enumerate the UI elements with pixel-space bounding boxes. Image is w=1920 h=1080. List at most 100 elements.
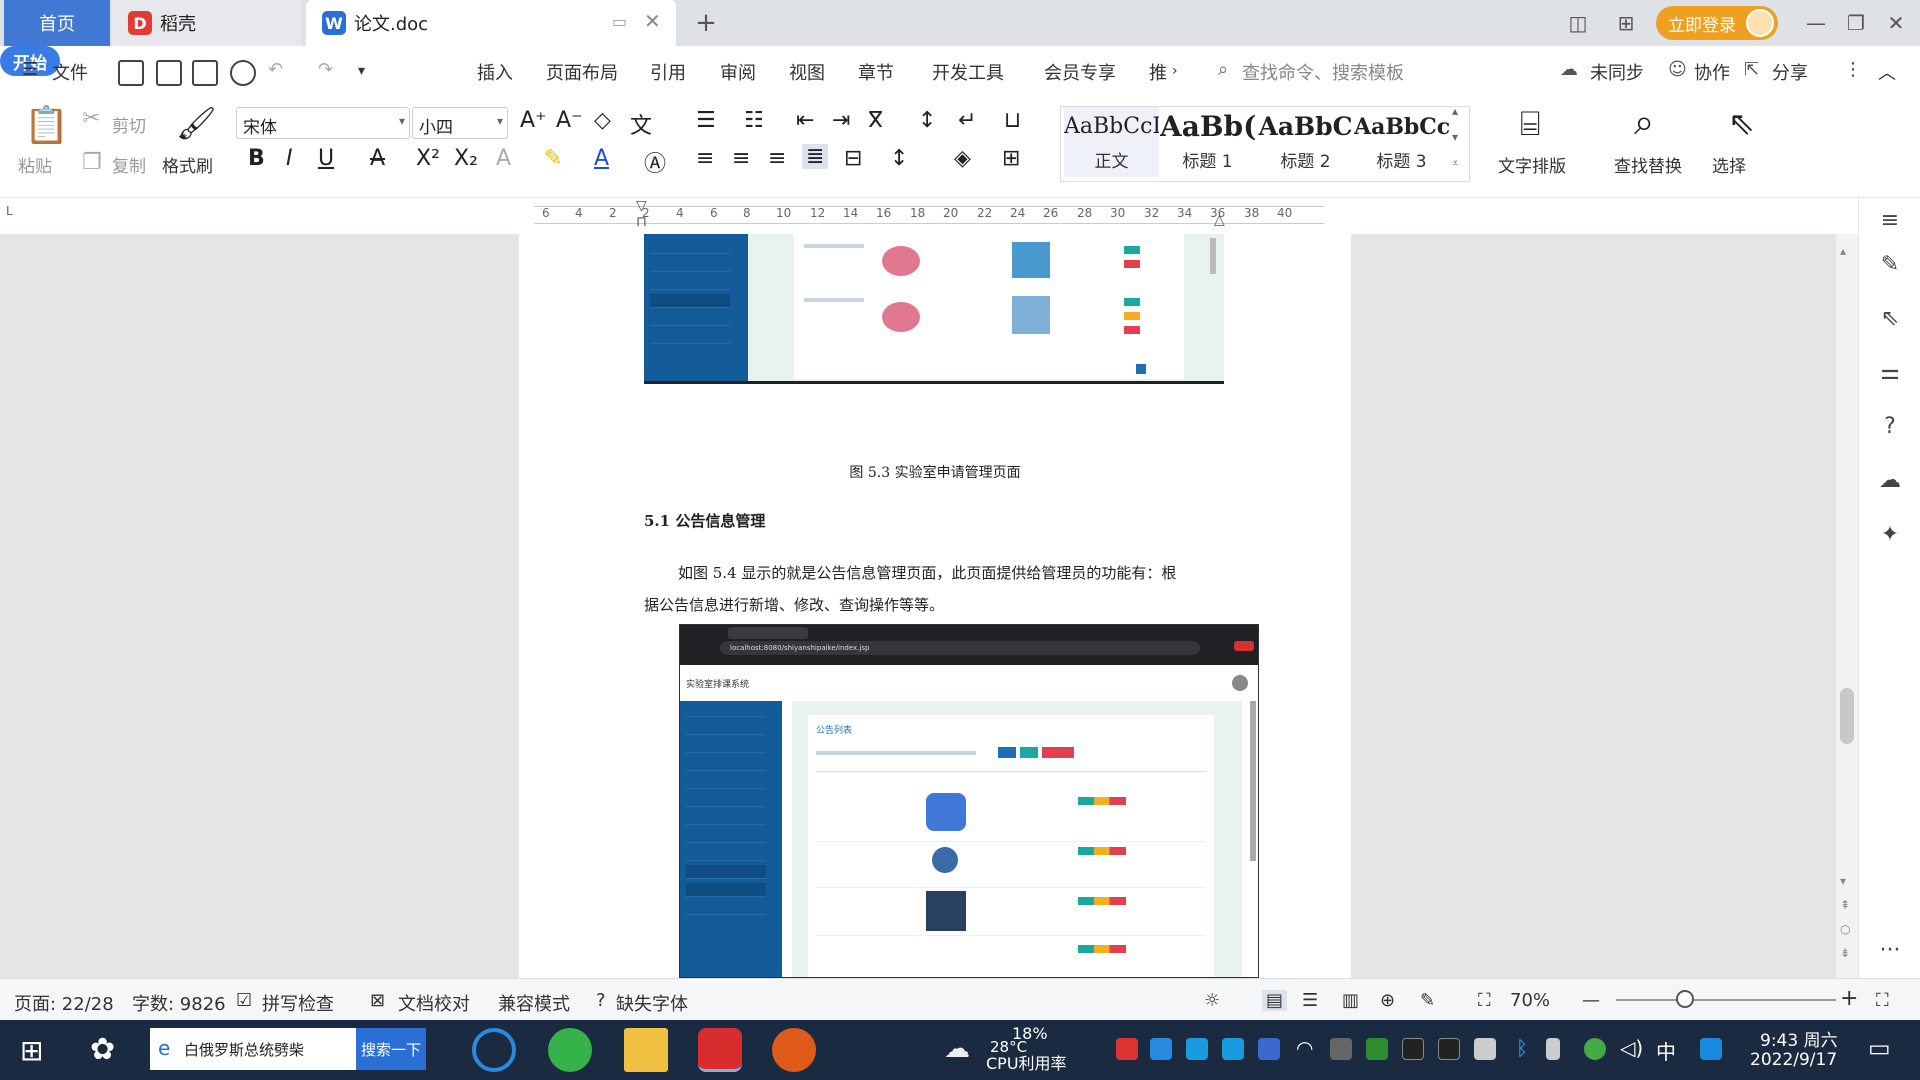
menu-references[interactable]: 引用 xyxy=(650,59,686,85)
file-explorer-icon[interactable] xyxy=(624,1028,668,1072)
eye-protect-icon[interactable]: ☼ xyxy=(1204,990,1220,1011)
ie-icon[interactable] xyxy=(472,1028,516,1072)
usb-icon[interactable] xyxy=(1546,1038,1560,1060)
sync-status[interactable]: 未同步 xyxy=(1590,59,1644,85)
copy-icon[interactable]: ❐ xyxy=(82,150,102,175)
font-color-icon[interactable]: A xyxy=(594,146,609,171)
export-icon[interactable] xyxy=(156,60,182,86)
menu-page-layout[interactable]: 页面布局 xyxy=(546,59,618,85)
align-left-icon[interactable]: ≡ xyxy=(696,146,714,171)
menu-chapter[interactable]: 章节 xyxy=(858,59,894,85)
layout-icon[interactable]: ◫ xyxy=(1558,8,1598,38)
menu-insert[interactable]: 插入 xyxy=(477,59,513,85)
select-button[interactable]: 选择 xyxy=(1712,152,1746,177)
word-count[interactable]: 字数: 9826 xyxy=(132,990,226,1016)
char-border-icon[interactable]: Ⓐ xyxy=(644,146,666,178)
help-icon[interactable]: ? xyxy=(1877,414,1903,440)
clear-format-icon[interactable]: ◇ xyxy=(594,108,611,133)
command-search-input[interactable]: 查找命令、搜索模板 xyxy=(1242,59,1404,85)
taskbar-search-button[interactable]: 搜索一下 xyxy=(356,1028,426,1070)
page-indicator[interactable]: 页面: 22/28 xyxy=(14,990,114,1016)
scroll-down-icon[interactable]: ▾ xyxy=(1840,874,1846,888)
browser-360-icon[interactable] xyxy=(548,1028,592,1072)
phonetic-icon[interactable]: 文 xyxy=(630,108,652,140)
format-painter-button[interactable]: 格式刷 xyxy=(162,152,213,177)
wps-taskbar-icon[interactable] xyxy=(698,1028,742,1072)
text-layout-icon[interactable]: ⌸ xyxy=(1520,104,1540,144)
windows-start-icon[interactable]: ⊞ xyxy=(20,1034,43,1067)
new-tab-icon[interactable]: + xyxy=(686,8,726,38)
bold-icon[interactable]: B xyxy=(248,146,265,171)
strikethrough-icon[interactable]: A xyxy=(370,146,385,171)
page-view-icon[interactable]: ▤ xyxy=(1262,990,1288,1011)
paste-icon[interactable]: 📋 xyxy=(24,104,69,146)
qq-icon-2[interactable] xyxy=(1438,1038,1460,1060)
decrease-indent-icon[interactable]: ⇤ xyxy=(796,108,814,133)
pen-icon[interactable]: ✎ xyxy=(1877,252,1903,278)
cut-button[interactable]: 剪切 xyxy=(112,112,146,137)
menu-more[interactable]: 推 xyxy=(1149,59,1167,85)
menu-vip[interactable]: 会员专享 xyxy=(1044,59,1116,85)
vertical-scrollbar[interactable]: ▴ ▾ ⇞ ○ ⇟ xyxy=(1836,234,1858,978)
zoom-slider-thumb[interactable] xyxy=(1676,990,1694,1008)
menu-file[interactable]: 文件 xyxy=(52,59,88,85)
select-browse-icon[interactable]: ○ xyxy=(1840,922,1850,936)
zoom-level[interactable]: 70% xyxy=(1510,990,1550,1011)
volume-icon[interactable]: ◁) xyxy=(1620,1036,1643,1060)
borders-icon[interactable]: ⊞ xyxy=(1002,146,1020,171)
more-options-icon[interactable]: ⋮ xyxy=(1844,59,1862,80)
collab-button[interactable]: 协作 xyxy=(1694,59,1730,85)
menu-review[interactable]: 审阅 xyxy=(720,59,756,85)
line-spacing-icon[interactable]: ↕ xyxy=(890,146,908,171)
taskbar-search-box[interactable]: e 白俄罗斯总统劈柴 xyxy=(150,1028,356,1070)
collapse-ribbon-icon[interactable]: ︿ xyxy=(1878,59,1896,85)
font-family-select[interactable]: 宋体 xyxy=(236,107,410,139)
spell-check-button[interactable]: 拼写检查 xyxy=(262,990,334,1016)
next-page-icon[interactable]: ⇟ xyxy=(1840,946,1850,960)
bullet-list-icon[interactable]: ☰ xyxy=(696,108,716,133)
app-taskbar-icon[interactable] xyxy=(772,1028,816,1072)
minimize-icon[interactable]: — xyxy=(1796,8,1836,38)
distribute-icon[interactable]: ⊟ xyxy=(844,146,862,171)
select-cursor-icon[interactable]: ⇖ xyxy=(1728,104,1755,142)
menu-view[interactable]: 视图 xyxy=(789,59,825,85)
style-up-icon[interactable]: ▴ xyxy=(1452,104,1458,118)
more-icon[interactable]: ··· xyxy=(1877,938,1903,964)
sort-icon[interactable]: ↕ xyxy=(918,108,936,133)
ruler[interactable]: L 6 4 2 2 4 6 8 10 12 14 16 18 20 22 24 26 28 30 32 34 36 38 4… xyxy=(0,198,1860,234)
close-tab-icon[interactable]: ✕ xyxy=(644,9,661,33)
numbered-list-icon[interactable]: ☷ xyxy=(744,108,764,133)
backup-icon[interactable]: ☁ xyxy=(1877,468,1903,494)
bluetooth-icon[interactable]: ᛒ xyxy=(1516,1036,1528,1060)
shading-icon[interactable]: ◈ xyxy=(954,146,971,171)
notification-icon[interactable]: ▭ xyxy=(1868,1034,1891,1062)
scroll-up-icon[interactable]: ▴ xyxy=(1840,244,1846,258)
clock-time[interactable]: 9:43 周六 xyxy=(1760,1026,1838,1051)
ime-indicator[interactable]: 中 xyxy=(1656,1036,1676,1065)
missing-font-button[interactable]: 缺失字体 xyxy=(616,990,688,1016)
style-expand-icon[interactable]: ⩡ xyxy=(1452,156,1459,171)
read-mode-icon[interactable]: ▥ xyxy=(1342,990,1359,1011)
hamburger-icon[interactable]: ☰ xyxy=(22,59,38,80)
text-layout-button[interactable]: 文字排版 xyxy=(1498,152,1566,177)
qq-icon[interactable] xyxy=(1402,1038,1424,1060)
zoom-out-icon[interactable]: — xyxy=(1582,990,1600,1011)
tray-icon-3[interactable] xyxy=(1186,1038,1208,1060)
feature-icon[interactable]: ✦ xyxy=(1877,522,1903,548)
fullscreen-icon[interactable]: ⛶ xyxy=(1876,990,1889,1011)
tray-icon-1[interactable] xyxy=(1116,1038,1138,1060)
align-right-icon[interactable]: ≡ xyxy=(768,146,786,171)
cut-icon[interactable]: ✂ xyxy=(82,106,100,131)
outline-view-icon[interactable]: ☰ xyxy=(1302,990,1318,1011)
cortana-icon[interactable]: ✿ xyxy=(90,1032,115,1067)
style-normal[interactable]: AaBbCcI 正文 xyxy=(1064,107,1159,177)
cursor-icon[interactable]: ⇖ xyxy=(1877,306,1903,332)
monitor-icon[interactable]: ▭ xyxy=(612,12,627,31)
undo-icon[interactable]: ↶ xyxy=(268,59,283,80)
style-heading-3[interactable]: AaBbCcl 标题 3 xyxy=(1354,107,1449,177)
share-button[interactable]: 分享 xyxy=(1772,59,1808,85)
write-mode-icon[interactable]: ✎ xyxy=(1420,990,1435,1011)
increase-indent-icon[interactable]: ⇥ xyxy=(832,108,850,133)
web-view-icon[interactable]: ⊕ xyxy=(1380,990,1395,1011)
wifi-icon[interactable]: ◠ xyxy=(1296,1036,1313,1060)
